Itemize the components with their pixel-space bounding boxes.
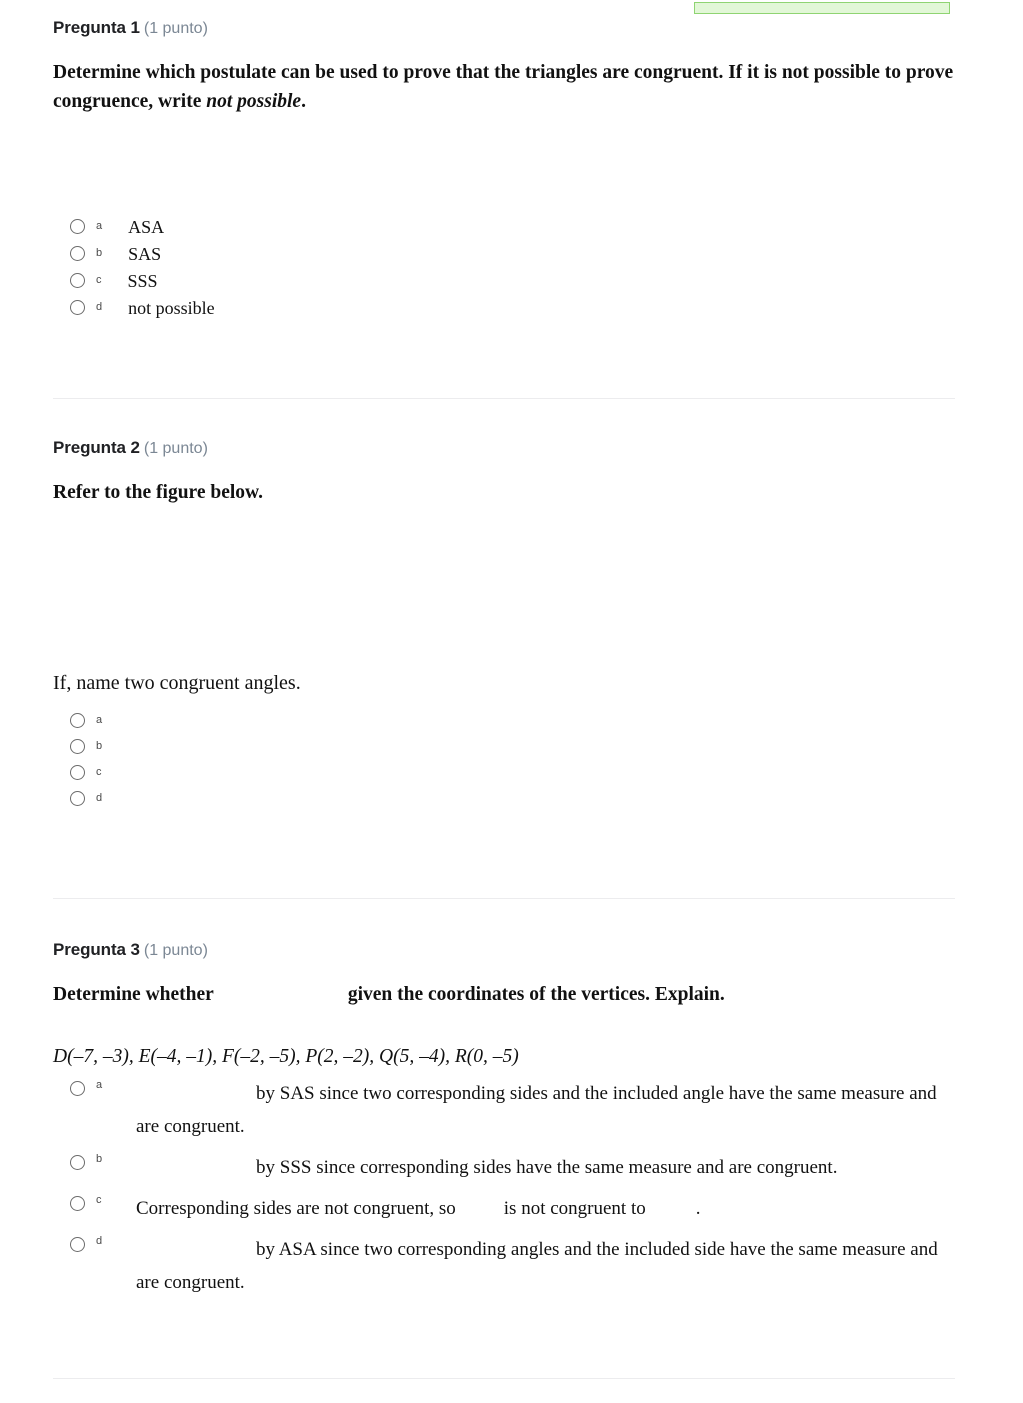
option-letter: b bbox=[96, 247, 103, 259]
question-divider bbox=[53, 898, 955, 899]
question-1-options: a ASA b SAS c SSS d not possible bbox=[53, 217, 955, 318]
radio-button-icon[interactable] bbox=[70, 791, 85, 806]
question-divider bbox=[53, 398, 955, 399]
option-letter: a bbox=[96, 1079, 103, 1091]
radio-button-icon[interactable] bbox=[70, 300, 85, 315]
question-1-prompt-emphasis: not possible bbox=[206, 91, 302, 112]
radio-button-icon[interactable] bbox=[70, 219, 85, 234]
option-text-a: Corresponding sides are not congruent, s… bbox=[136, 1198, 456, 1219]
question-2-prompt-text: Refer to the figure below. bbox=[53, 482, 263, 503]
option-text: ASA bbox=[128, 217, 165, 237]
option-text: SAS bbox=[128, 244, 162, 264]
radio-button-icon[interactable] bbox=[70, 246, 85, 261]
option-text-body: Corresponding sides are not congruent, s… bbox=[136, 1192, 955, 1225]
question-block-1: Pregunta 1 (1 punto) Determine which post… bbox=[53, 18, 955, 327]
option-letter: c bbox=[96, 766, 102, 778]
question-3-prompt-part1: Determine whether bbox=[53, 984, 214, 1005]
option-text: by SAS since two corresponding sides and… bbox=[136, 1083, 937, 1137]
option-letter: d bbox=[96, 301, 103, 313]
question-1-prompt-part2: . bbox=[301, 91, 306, 112]
option-letter: b bbox=[96, 1153, 103, 1165]
option-text-body: by SAS since two corresponding sides and… bbox=[136, 1077, 955, 1143]
option-letter: d bbox=[96, 792, 103, 804]
question-2-points: (1 punto) bbox=[143, 440, 208, 457]
option-row[interactable]: d bbox=[53, 791, 955, 806]
question-3-label: Pregunta 3 bbox=[53, 940, 140, 959]
radio-button-icon[interactable] bbox=[70, 1196, 85, 1211]
option-text: not possible bbox=[128, 298, 215, 318]
radio-button-icon[interactable] bbox=[70, 273, 85, 288]
option-row[interactable]: b by SSS since corresponding sides have … bbox=[53, 1151, 955, 1184]
question-1-prompt: Determine which postulate can be used to… bbox=[53, 58, 955, 116]
option-text: by SSS since corresponding sides have th… bbox=[256, 1157, 838, 1178]
radio-button-icon[interactable] bbox=[70, 1081, 85, 1096]
option-letter: b bbox=[96, 740, 103, 752]
option-row[interactable]: a ASA bbox=[53, 217, 955, 237]
option-text-c: . bbox=[695, 1198, 701, 1219]
question-2-prompt: Refer to the figure below. bbox=[53, 478, 955, 507]
question-2-figure-placeholder bbox=[53, 507, 955, 670]
radio-button-icon[interactable] bbox=[70, 713, 85, 728]
option-text-body: by SSS since corresponding sides have th… bbox=[136, 1151, 955, 1184]
question-3-points: (1 punto) bbox=[143, 942, 208, 959]
radio-button-icon[interactable] bbox=[70, 765, 85, 780]
option-letter: c bbox=[96, 274, 102, 286]
option-text: SSS bbox=[127, 271, 158, 291]
question-3-coordinates: D(–7, –3), E(–4, –1), F(–2, –5), P(2, –2… bbox=[53, 1046, 519, 1067]
option-row[interactable]: a bbox=[53, 713, 955, 728]
option-row[interactable]: c Corresponding sides are not congruent,… bbox=[53, 1192, 955, 1225]
question-3-header: Pregunta 3 (1 punto) bbox=[53, 940, 955, 961]
question-divider bbox=[53, 1378, 955, 1379]
option-text-b: is not congruent to bbox=[503, 1198, 646, 1219]
question-1-figure-placeholder bbox=[53, 116, 955, 219]
option-letter: a bbox=[96, 714, 103, 726]
question-2-subprompt-part2: , name two congruent angles. bbox=[66, 672, 301, 694]
option-row[interactable]: c SSS bbox=[53, 271, 955, 291]
option-letter: c bbox=[96, 1194, 102, 1206]
option-letter: d bbox=[96, 1235, 103, 1247]
radio-button-icon[interactable] bbox=[70, 1237, 85, 1252]
question-2-subprompt: If, name two congruent angles. bbox=[53, 670, 955, 696]
option-row[interactable]: d by ASA since two corresponding angles … bbox=[53, 1233, 955, 1299]
option-letter: a bbox=[96, 220, 103, 232]
question-3-options: a by SAS since two corresponding sides a… bbox=[53, 1077, 955, 1299]
question-3-prompt-part2: given the coordinates of the vertices. E… bbox=[347, 984, 725, 1005]
progress-bar-zone bbox=[0, 0, 1023, 20]
option-row[interactable]: c bbox=[53, 765, 955, 780]
option-row[interactable]: a by SAS since two corresponding sides a… bbox=[53, 1077, 955, 1143]
question-1-points: (1 punto) bbox=[143, 20, 208, 37]
radio-button-icon[interactable] bbox=[70, 739, 85, 754]
question-2-header: Pregunta 2 (1 punto) bbox=[53, 438, 955, 459]
option-row[interactable]: b bbox=[53, 739, 955, 754]
question-2-label: Pregunta 2 bbox=[53, 438, 140, 457]
question-2-subprompt-part1: If bbox=[53, 672, 67, 694]
score-progress-bar bbox=[694, 2, 950, 14]
radio-button-icon[interactable] bbox=[70, 1155, 85, 1170]
question-1-header: Pregunta 1 (1 punto) bbox=[53, 18, 955, 39]
option-row[interactable]: d not possible bbox=[53, 298, 955, 318]
option-text: by ASA since two corresponding angles an… bbox=[136, 1239, 938, 1293]
option-text-body: by ASA since two corresponding angles an… bbox=[136, 1233, 955, 1299]
question-block-2: Pregunta 2 (1 punto) Refer to the figure … bbox=[53, 438, 955, 817]
question-1-label: Pregunta 1 bbox=[53, 18, 140, 37]
option-row[interactable]: b SAS bbox=[53, 244, 955, 264]
question-2-options: a b c d bbox=[53, 713, 955, 806]
question-3-prompt: Determine whether given the coordinates o… bbox=[53, 980, 955, 1009]
question-block-3: Pregunta 3 (1 punto) Determine whether giv… bbox=[53, 940, 955, 1307]
question-1-prompt-part1: Determine which postulate can be used to… bbox=[53, 62, 954, 112]
